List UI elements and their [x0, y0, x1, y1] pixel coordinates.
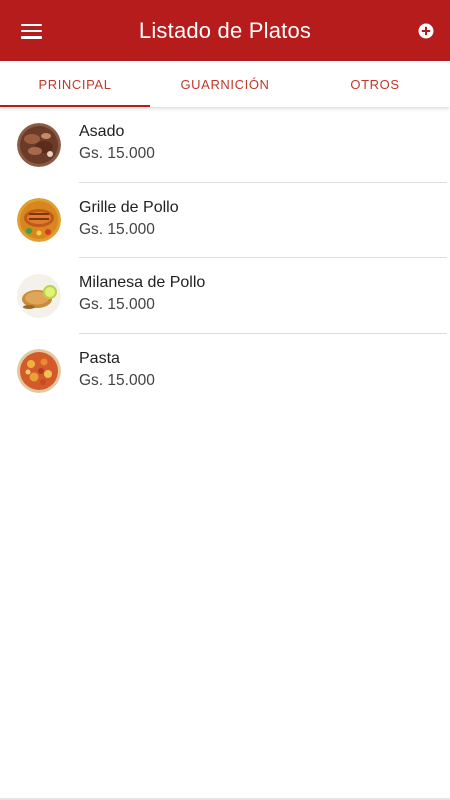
dish-text: Grille de Pollo Gs. 15.000: [79, 197, 179, 241]
dish-price: Gs. 15.000: [79, 145, 155, 162]
grilled-chicken-thumbnail: [17, 198, 61, 243]
app-bar: Listado de Platos: [0, 0, 450, 61]
dish-text: Milanesa de Pollo Gs. 15.000: [79, 272, 205, 316]
dish-text: Pasta Gs. 15.000: [79, 348, 155, 392]
list-item[interactable]: Asado Gs. 15.000: [0, 107, 450, 183]
hamburger-menu-icon: [20, 23, 42, 39]
dish-price: Gs. 15.000: [79, 220, 155, 238]
dish-name: Pasta: [79, 349, 120, 367]
add-circle-icon: [418, 23, 434, 39]
pasta-thumbnail: [17, 349, 61, 394]
dish-name: Grille de Pollo: [79, 198, 179, 216]
add-dish-button[interactable]: [410, 15, 442, 47]
app-screen: Listado de Platos PRINCIPAL GUARNICIÓN O…: [0, 0, 450, 800]
list-item[interactable]: Milanesa de Pollo Gs. 15.000: [0, 258, 450, 334]
tab-principal[interactable]: PRINCIPAL: [0, 61, 150, 107]
dish-name: Asado: [79, 123, 125, 140]
dish-name: Milanesa de Pollo: [79, 274, 206, 291]
category-tabs: PRINCIPAL GUARNICIÓN OTROS: [0, 61, 450, 107]
menu-button[interactable]: [10, 10, 52, 52]
dish-text: Asado Gs. 15.000: [79, 121, 155, 165]
page-title: Listado de Platos: [138, 17, 312, 43]
list-item[interactable]: Grille de Pollo Gs. 15.000: [0, 183, 450, 258]
list-item[interactable]: Pasta Gs. 15.000: [0, 334, 450, 410]
tab-guarnicion[interactable]: GUARNICIÓN: [150, 61, 300, 107]
dish-price: Gs. 15.000: [79, 371, 155, 389]
tab-otros[interactable]: OTROS: [300, 61, 450, 107]
dish-price: Gs. 15.000: [79, 296, 155, 313]
dish-list: Asado Gs. 15.000 Grille de Pollo Gs. 15.…: [0, 107, 450, 409]
asado-thumbnail: [17, 122, 61, 167]
milanesa-thumbnail: [17, 273, 61, 318]
